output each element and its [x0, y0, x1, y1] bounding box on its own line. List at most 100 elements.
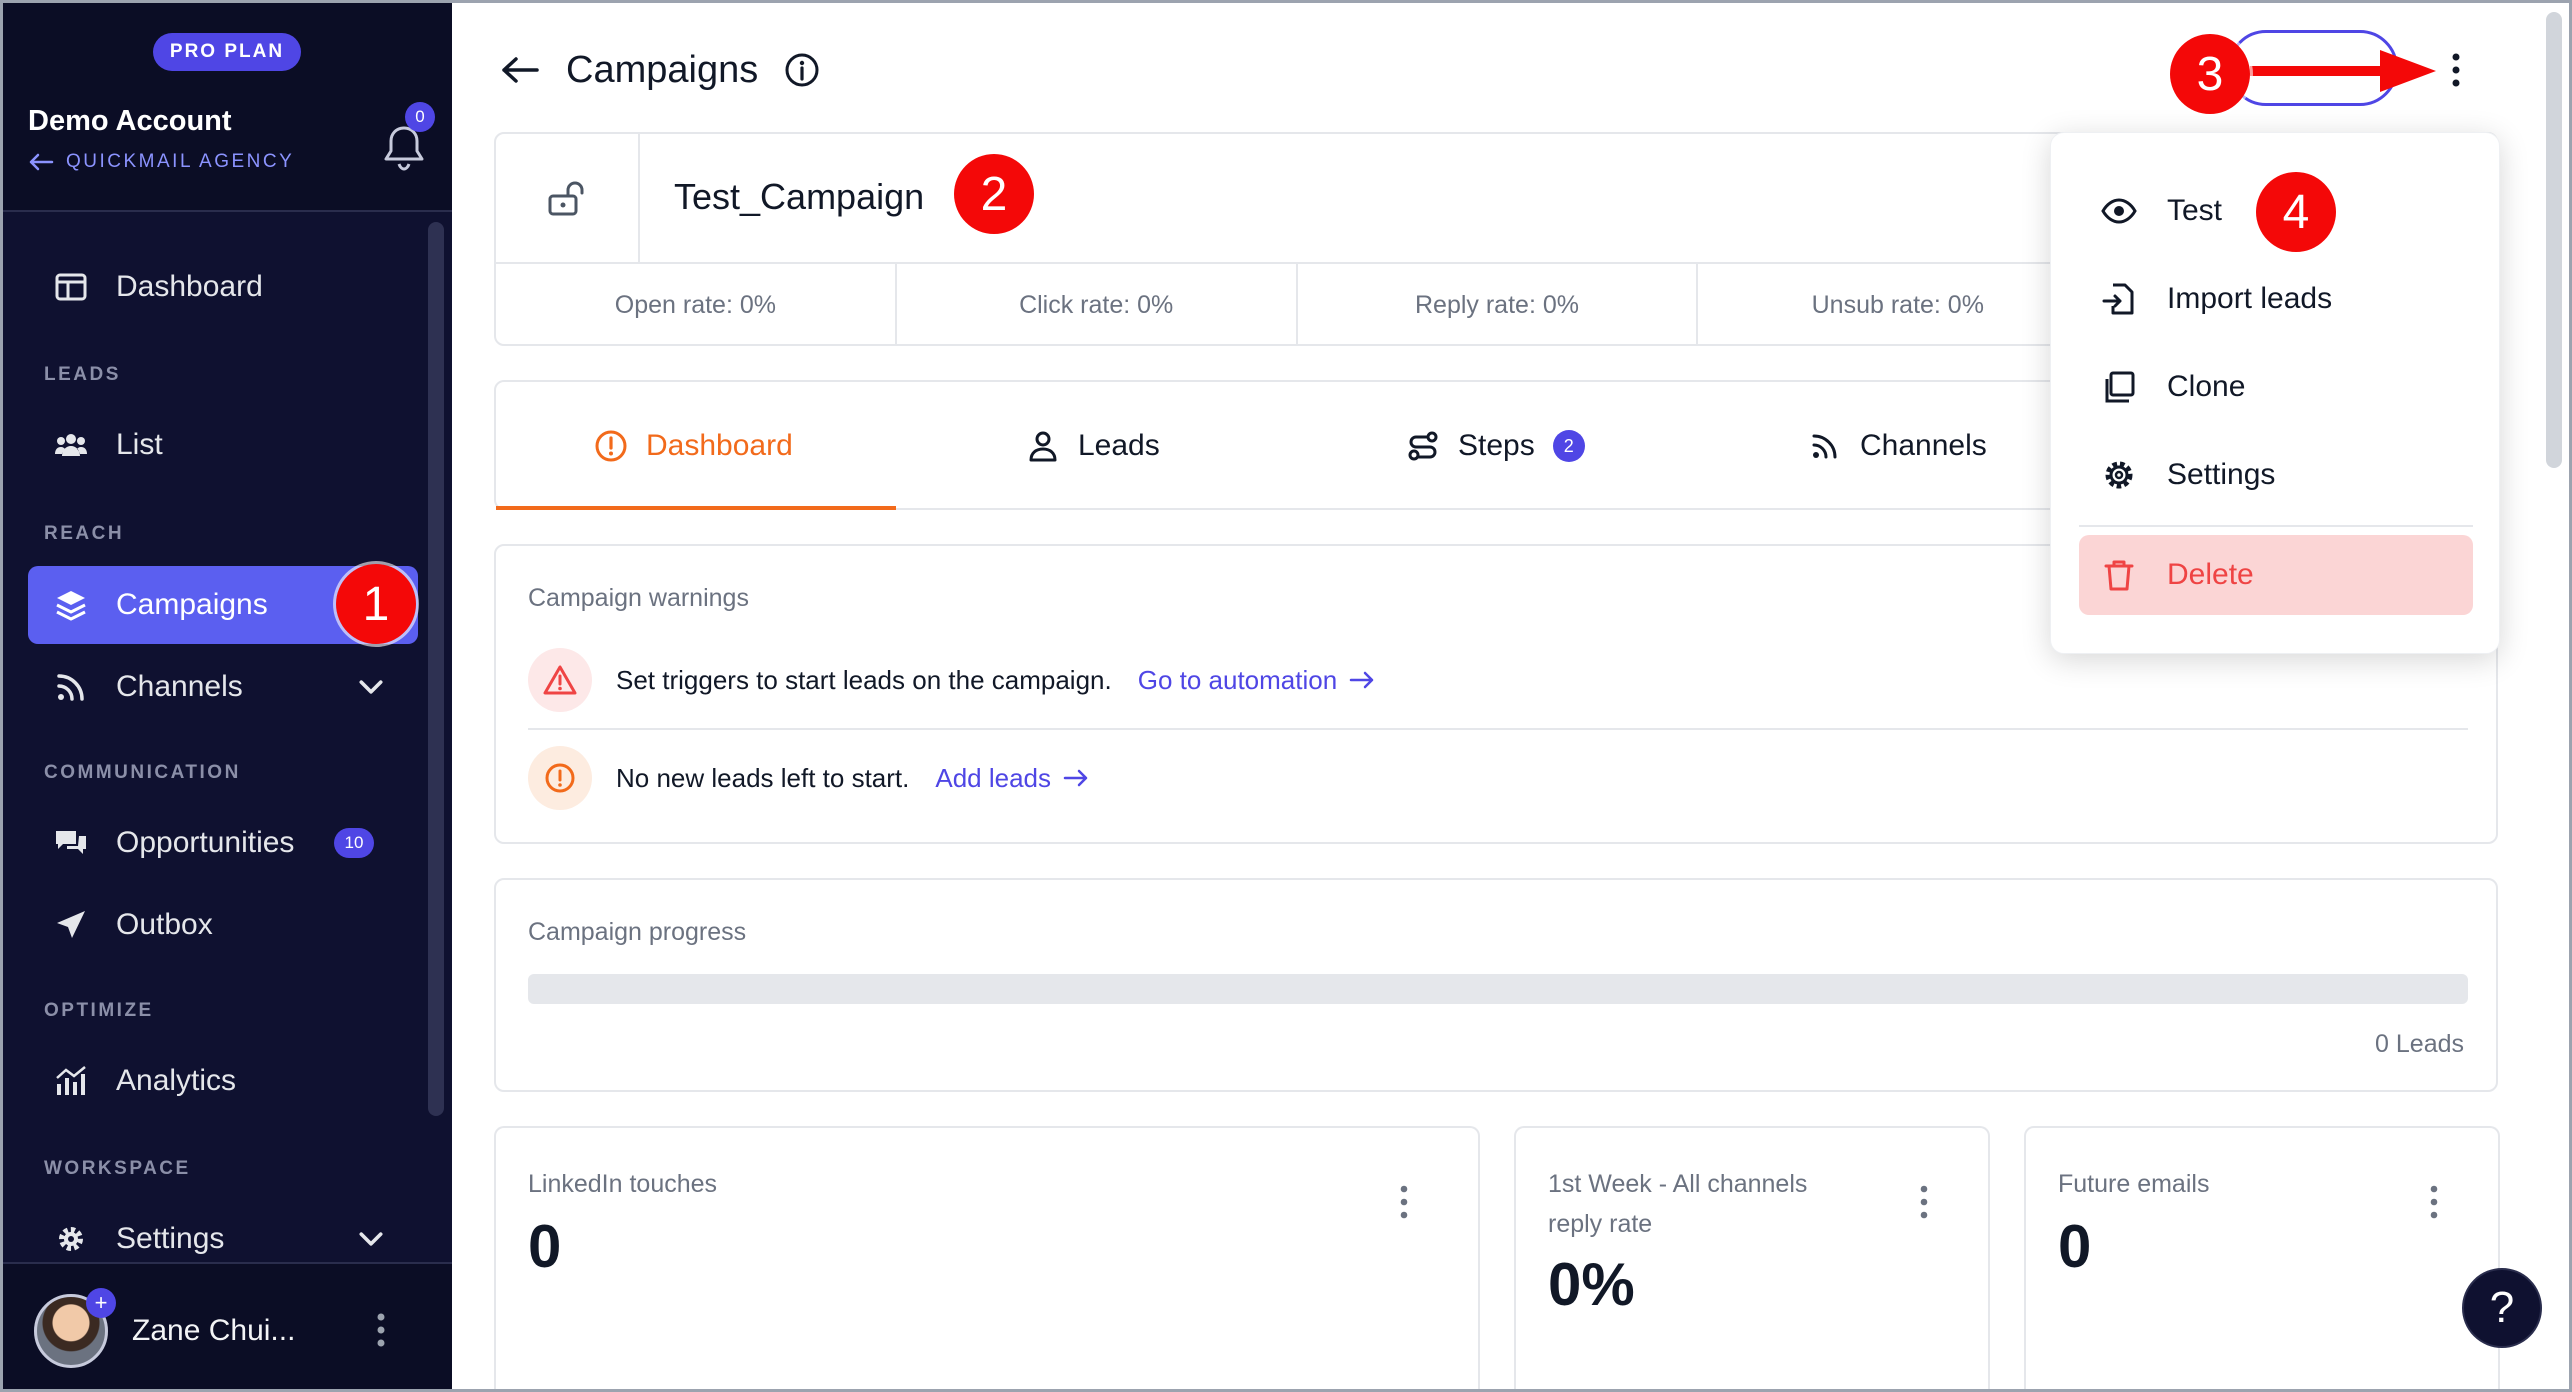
- stat-card-linkedin: LinkedIn touches 0: [494, 1126, 1480, 1392]
- sidebar-item-label: Dashboard: [116, 270, 263, 303]
- annotation-marker-2: 2: [954, 154, 1034, 234]
- layers-icon: [56, 591, 86, 621]
- section-communication: COMMUNICATION: [44, 762, 241, 783]
- warning-text: Set triggers to start leads on the campa…: [616, 664, 1112, 695]
- info-circle-icon: [595, 430, 627, 462]
- progress-leads-count: 0 Leads: [2375, 1030, 2464, 1058]
- rss-icon: [57, 674, 84, 701]
- route-icon: [1408, 431, 1438, 461]
- trash-icon: [2104, 560, 2134, 591]
- annotation-marker-4: 4: [2256, 172, 2336, 252]
- add-account-badge[interactable]: +: [86, 1288, 116, 1318]
- menu-item-import-leads[interactable]: Import leads: [2101, 281, 2332, 317]
- sidebar-item-channels[interactable]: Channels: [28, 648, 418, 726]
- kebab-menu-icon[interactable]: [372, 1310, 390, 1350]
- stat-card-reply-rate: 1st Week - All channels reply rate 0%: [1514, 1126, 1990, 1392]
- campaign-progress-card: Campaign progress 0 Leads: [494, 878, 2498, 1092]
- main-scrollbar[interactable]: [2546, 12, 2562, 468]
- section-workspace: WORKSPACE: [44, 1158, 191, 1179]
- sidebar-item-label: Analytics: [116, 1064, 237, 1097]
- chevron-down-icon: [359, 680, 383, 694]
- tab-leads[interactable]: Leads: [1026, 382, 1160, 510]
- chat-icon: [56, 831, 86, 854]
- menu-item-settings[interactable]: Settings: [2101, 457, 2275, 493]
- kebab-menu-icon[interactable]: [1916, 1184, 1932, 1220]
- annotation-marker-1: 1: [336, 564, 416, 644]
- menu-item-clone[interactable]: Clone: [2101, 369, 2245, 405]
- eye-icon: [2101, 198, 2137, 224]
- campaign-name[interactable]: Test_Campaign: [674, 176, 924, 218]
- sidebar-item-label: Channels: [116, 670, 243, 703]
- menu-item-label: Settings: [2167, 458, 2276, 491]
- page-header: Campaigns: [500, 40, 820, 100]
- sidebar-item-label: Opportunities: [116, 826, 295, 859]
- tab-channels[interactable]: Channels: [1808, 382, 1987, 510]
- tab-dashboard[interactable]: Dashboard: [594, 382, 793, 510]
- unsub-rate: Unsub rate: 0%: [1698, 264, 2100, 346]
- section-leads: LEADS: [44, 364, 121, 385]
- sidebar-item-opportunities[interactable]: Opportunities 10: [28, 804, 418, 882]
- kebab-menu-icon[interactable]: [2426, 1184, 2442, 1220]
- sidebar: PRO PLAN Demo Account QUICKMAIL AGENCY 0…: [0, 0, 452, 1392]
- stat-title-line: reply rate: [1548, 1210, 1653, 1238]
- stat-card-future-emails: Future emails 0: [2024, 1126, 2500, 1392]
- gear-icon: [2105, 461, 2133, 489]
- progress-bar: [528, 974, 2468, 1004]
- sidebar-item-analytics[interactable]: Analytics: [28, 1042, 418, 1120]
- users-icon: [55, 434, 87, 456]
- section-reach: REACH: [44, 523, 125, 544]
- stat-title: LinkedIn touches: [528, 1170, 718, 1198]
- help-button[interactable]: ?: [2462, 1268, 2542, 1348]
- stat-value: 0: [528, 1213, 562, 1280]
- tab-label: Channels: [1860, 429, 1987, 462]
- kebab-menu-icon[interactable]: [1396, 1184, 1412, 1220]
- info-icon[interactable]: [784, 52, 820, 88]
- tab-label: Steps: [1458, 429, 1535, 462]
- stat-value: 0: [2058, 1213, 2092, 1280]
- stat-title: Future emails: [2058, 1170, 2210, 1198]
- arrow-left-icon: [29, 153, 54, 171]
- active-tab-indicator: [496, 506, 896, 510]
- chevron-down-icon: [359, 1232, 383, 1246]
- go-to-automation-link[interactable]: Go to automation: [1138, 665, 1375, 696]
- opportunities-badge: 10: [334, 828, 374, 858]
- dashboard-icon: [55, 273, 87, 301]
- divider: [528, 728, 2468, 730]
- unlock-icon: [548, 181, 584, 216]
- sidebar-item-label: Outbox: [116, 908, 213, 941]
- user-name: Zane Chui...: [132, 1314, 296, 1347]
- sidebar-item-label: Settings: [116, 1222, 225, 1255]
- arrow-right-icon: [1349, 671, 1374, 689]
- sidebar-item-label: List: [116, 428, 163, 461]
- alert-circle-icon: [528, 746, 592, 810]
- warning-text: No new leads left to start.: [616, 762, 910, 793]
- back-arrow-icon[interactable]: [500, 55, 540, 85]
- stat-title-line: 1st Week - All channels: [1548, 1170, 1808, 1198]
- user-profile[interactable]: + Zane Chui...: [0, 1262, 452, 1392]
- link-label: Add leads: [935, 762, 1052, 793]
- account-name[interactable]: Demo Account: [28, 105, 232, 138]
- add-leads-link[interactable]: Add leads: [935, 763, 1089, 794]
- import-icon: [2102, 283, 2134, 315]
- menu-item-label: Delete: [2167, 558, 2254, 591]
- tab-steps[interactable]: Steps 2: [1406, 382, 1585, 510]
- menu-item-delete[interactable]: Delete: [2079, 535, 2473, 615]
- warning-row: No new leads left to start. Add leads: [528, 746, 1089, 810]
- agency-name: QUICKMAIL AGENCY: [66, 151, 295, 172]
- account-header: PRO PLAN Demo Account QUICKMAIL AGENCY 0: [0, 0, 452, 212]
- lock-toggle[interactable]: [496, 134, 640, 262]
- menu-item-test[interactable]: Test: [2101, 193, 2222, 229]
- sidebar-item-list[interactable]: List: [28, 406, 418, 484]
- sidebar-scrollbar[interactable]: [428, 222, 444, 1116]
- plan-badge: PRO PLAN: [153, 33, 301, 71]
- reply-rate: Reply rate: 0%: [1298, 264, 1699, 346]
- agency-link[interactable]: QUICKMAIL AGENCY: [28, 151, 294, 173]
- analytics-icon: [56, 1066, 86, 1095]
- arrow-right-icon: [1063, 769, 1088, 787]
- menu-item-label: Test: [2167, 194, 2223, 227]
- page-title: Campaigns: [566, 48, 759, 91]
- sidebar-item-dashboard[interactable]: Dashboard: [28, 248, 418, 326]
- sidebar-item-outbox[interactable]: Outbox: [28, 886, 418, 964]
- gear-icon: [59, 1227, 83, 1251]
- kebab-menu-icon[interactable]: [2448, 52, 2464, 88]
